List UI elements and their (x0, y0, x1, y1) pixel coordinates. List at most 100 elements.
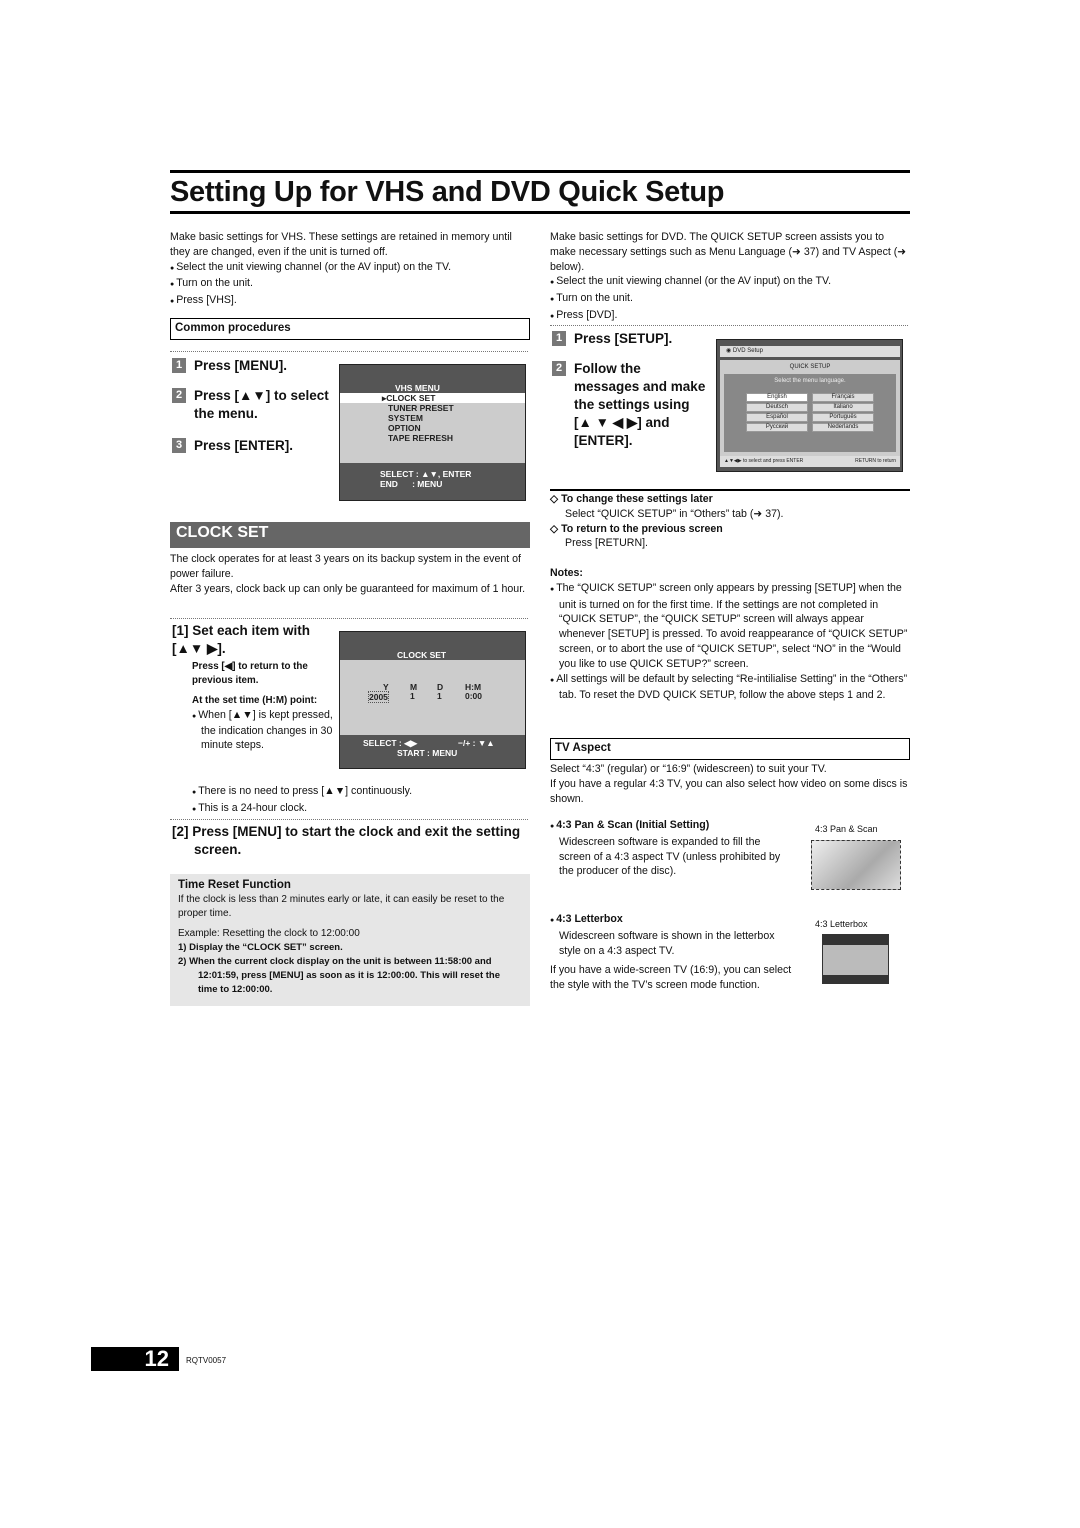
step-number: 3 (172, 438, 186, 453)
tip-title: ◇ To return to the previous screen (550, 522, 723, 535)
lang-option: Português (812, 413, 874, 422)
box-title: Time Reset Function (178, 879, 291, 891)
divider (170, 819, 528, 820)
menu-item: SYSTEM (388, 413, 423, 423)
screen-footer: RETURN to return (855, 458, 896, 464)
screen-footer: END : MENU (380, 479, 443, 489)
vhs-intro: Make basic settings for VHS. These setti… (170, 230, 530, 310)
menu-list: ▸CLOCK SET TUNER PRESET SYSTEM OPTION TA… (340, 393, 525, 463)
menu-item: TUNER PRESET (388, 403, 454, 413)
bullet: Select the unit viewing channel (or the … (170, 260, 530, 277)
screen-footer: SELECT : ▲▼, ENTER (380, 469, 472, 479)
screen-footer: ▲▼◀▶ to select and press ENTER (724, 458, 804, 464)
screen-header: DVD Setup (732, 348, 763, 354)
dvd-intro: Make basic settings for DVD. The QUICK S… (550, 230, 910, 325)
lang-option: Русский (746, 423, 808, 432)
tip-title: ◇ To change these settings later (550, 493, 713, 505)
letterbox-image (822, 934, 889, 984)
step-label: Press [ENTER]. (194, 438, 294, 453)
clock-set-heading: CLOCK SET (170, 522, 530, 548)
lang-option: Deutsch (746, 403, 808, 412)
tip-text: Press [RETURN]. (565, 537, 648, 550)
divider (550, 489, 910, 491)
text: The clock operates for at least 3 years … (170, 553, 521, 580)
tip-title-text: To change these settings later (561, 493, 713, 505)
step-number: 1 (552, 331, 566, 346)
option-title: 4:3 Letterbox (550, 912, 795, 929)
divider (170, 351, 528, 352)
tips: ◇ To change these settings later Select … (550, 492, 910, 551)
month-field: 1 (410, 691, 415, 701)
text: At the set time (H:M) point: (192, 695, 318, 706)
divider (550, 325, 908, 326)
screen-footer: −/+ : ▼▲ (458, 738, 495, 748)
letterbox-option: 4:3 Letterbox Widescreen software is sho… (550, 912, 795, 958)
clock-step-notes: Press [◀] to return to the previous item… (192, 660, 337, 752)
clock-fields: Y M D H:M 2005 1 1 0:00 (340, 660, 525, 735)
dvd-steps: 1 Press [SETUP]. 2 Follow the messages and… (552, 330, 707, 450)
step-number: 2 (552, 361, 566, 376)
clock-step-1: [1] Set each item with [▲▼ ▶]. (172, 623, 311, 656)
lang-option: Français (812, 393, 874, 402)
lang-option: Nederlands (812, 423, 874, 432)
text: Example: Resetting the clock to 12:00:00 (178, 927, 360, 939)
screen-prompt: Select the menu language. (774, 378, 846, 384)
menu-item: TAPE REFRESH (388, 433, 454, 443)
bullet: Turn on the unit. (170, 276, 530, 293)
intro-text: Make basic settings for DVD. The QUICK S… (550, 231, 907, 273)
lang-option: English (746, 393, 808, 402)
menu-item: OPTION (388, 423, 421, 433)
screen-title: QUICK SETUP (789, 364, 831, 370)
option-text: Widescreen software is shown in the lett… (559, 929, 775, 957)
clock-bullets: There is no need to press [▲▼] continuou… (192, 784, 522, 818)
tv-aspect-heading: TV Aspect (550, 738, 910, 760)
step-label: Press [SETUP]. (574, 331, 673, 346)
option-text: Widescreen software is expanded to fill … (559, 835, 781, 878)
bullet: Turn on the unit. (550, 291, 910, 308)
letterbox-caption: 4:3 Letterbox (815, 919, 868, 929)
screen-title: CLOCK SET (397, 650, 447, 660)
clock-intro: The clock operates for at least 3 years … (170, 552, 530, 596)
text: Press [◀] to return to the previous item… (192, 661, 308, 686)
option-title: 4:3 Pan & Scan (Initial Setting) (550, 818, 795, 835)
dvd-quick-setup-screen: ◉ DVD Setup QUICK SETUP Select the menu … (716, 339, 903, 472)
bullet: There is no need to press [▲▼] continuou… (192, 784, 522, 801)
bullet: Press [VHS]. (170, 293, 530, 310)
model-code: RQTV0057 (186, 1356, 227, 1365)
notes: Notes: The “QUICK SETUP” screen only app… (550, 566, 910, 703)
lang-option: Español (746, 413, 808, 422)
title-rule (170, 211, 910, 214)
time-reset-box: Time Reset Function If the clock is less… (170, 874, 530, 1006)
text: After 3 years, clock back up can only be… (170, 582, 526, 595)
intro-text: Make basic settings for VHS. These setti… (170, 231, 512, 258)
bullet: Select the unit viewing channel (or the … (550, 274, 910, 291)
bullet: Press [DVD]. (550, 308, 910, 325)
vhs-steps: 1 Press [MENU]. 2 Press [▲▼] to select the… (172, 357, 332, 455)
lang-option: Italiano (812, 403, 874, 412)
tip-text: Select “QUICK SETUP” in “Others” tab (➜ … (565, 507, 784, 520)
common-procedures-heading: Common procedures (170, 318, 530, 340)
day-field: 1 (437, 691, 442, 701)
clock-step-2: [2] Press [MENU] to start the clock and … (172, 824, 521, 857)
page-title: Setting Up for VHS and DVD Quick Setup (170, 176, 725, 208)
quick-setup-panel: QUICK SETUP Select the menu language. En… (720, 360, 900, 458)
note: All settings will be default by selectin… (550, 672, 910, 704)
note: The “QUICK SETUP” screen only appears by… (550, 581, 910, 672)
screen-footer: SELECT : ◀▶ (363, 738, 418, 748)
step-number: 1 (172, 358, 186, 373)
year-field: 2005 (368, 691, 389, 703)
screen-footer: START : MENU (397, 748, 458, 758)
vhs-menu-screen: VHS MENU ▸CLOCK SET TUNER PRESET SYSTEM … (339, 364, 526, 501)
screen-title: VHS MENU (395, 383, 440, 393)
step-label: Press [▲▼] to select the menu. (194, 388, 329, 421)
bullet: This is a 24-hour clock. (192, 801, 522, 818)
step-number: 2 (172, 388, 186, 403)
text: Select “4:3” (regular) or “16:9” (widesc… (550, 763, 827, 775)
tv-aspect-text: Select “4:3” (regular) or “16:9” (widesc… (550, 762, 910, 806)
menu-item-clock-set: CLOCK SET (386, 393, 436, 403)
tip-title-text: To return to the previous screen (561, 522, 723, 535)
widescreen-text: If you have a wide-screen TV (16:9), you… (550, 964, 792, 991)
divider (170, 618, 528, 619)
pan-scan-caption: 4:3 Pan & Scan (815, 824, 878, 834)
notes-title: Notes: (550, 567, 583, 579)
